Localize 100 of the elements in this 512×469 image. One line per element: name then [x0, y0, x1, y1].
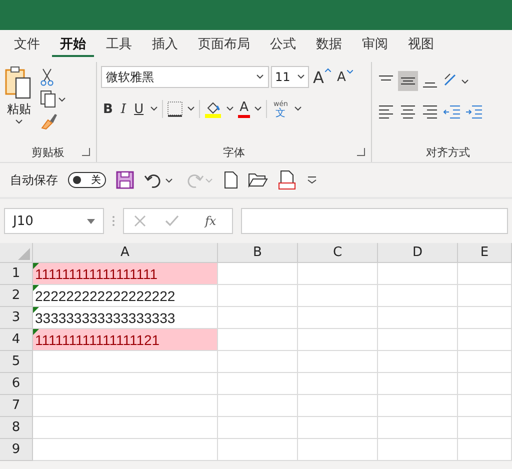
table-cell[interactable]: [298, 307, 378, 329]
font-name-field[interactable]: 微软雅黑: [101, 66, 269, 88]
table-cell[interactable]: [458, 417, 512, 439]
table-cell[interactable]: [33, 351, 218, 373]
dialog-launcher-icon[interactable]: [82, 148, 90, 156]
table-cell[interactable]: [298, 417, 378, 439]
table-cell[interactable]: [33, 417, 218, 439]
row-header[interactable]: 9: [0, 439, 33, 461]
font-color-button[interactable]: A: [238, 100, 250, 118]
shrink-font-button[interactable]: A: [334, 70, 355, 84]
row-header[interactable]: 8: [0, 417, 33, 439]
cancel-icon[interactable]: [134, 215, 146, 227]
ribbon-tab[interactable]: 公式: [262, 35, 304, 57]
row-header[interactable]: 7: [0, 395, 33, 417]
caret-icon[interactable]: [297, 74, 305, 80]
table-cell[interactable]: [458, 263, 512, 285]
ribbon-tab[interactable]: 审阅: [354, 35, 396, 57]
ribbon-tab[interactable]: 页面布局: [190, 35, 258, 57]
row-header[interactable]: 4: [0, 329, 33, 351]
ribbon-tab[interactable]: 文件: [6, 35, 48, 57]
ribbon-tab[interactable]: 工具: [98, 35, 140, 57]
caret-icon[interactable]: [256, 74, 264, 80]
caret-icon[interactable]: [150, 106, 158, 112]
row-header[interactable]: 2: [0, 285, 33, 307]
pdf-icon[interactable]: [278, 170, 296, 190]
ribbon-tab[interactable]: 视图: [400, 35, 442, 57]
table-cell[interactable]: [218, 329, 298, 351]
ribbon-tab[interactable]: 数据: [308, 35, 350, 57]
check-icon[interactable]: [165, 215, 180, 227]
table-cell[interactable]: [33, 439, 218, 461]
table-cell[interactable]: [218, 351, 298, 373]
table-cell[interactable]: [218, 395, 298, 417]
row-header[interactable]: 1: [0, 263, 33, 285]
row-header[interactable]: 6: [0, 373, 33, 395]
table-cell[interactable]: [298, 351, 378, 373]
table-cell[interactable]: [218, 417, 298, 439]
table-cell[interactable]: 222222222222222222: [33, 285, 218, 307]
ribbon-tab[interactable]: 插入: [144, 35, 186, 57]
table-cell[interactable]: [378, 395, 458, 417]
table-cell[interactable]: [298, 395, 378, 417]
table-cell[interactable]: [378, 439, 458, 461]
italic-button[interactable]: I: [118, 102, 128, 116]
triangle-icon[interactable]: [18, 248, 30, 260]
caret-icon[interactable]: [186, 106, 195, 112]
column-header[interactable]: E: [458, 243, 512, 263]
autosave-toggle[interactable]: 关: [68, 172, 106, 188]
name-box[interactable]: J10: [4, 208, 104, 234]
caret-icon[interactable]: [226, 106, 234, 112]
table-cell[interactable]: [218, 439, 298, 461]
table-cell[interactable]: [298, 263, 378, 285]
border-icon[interactable]: [166, 101, 183, 117]
open-folder-icon[interactable]: [248, 172, 268, 188]
table-cell[interactable]: [218, 307, 298, 329]
bold-button[interactable]: B: [101, 102, 115, 116]
table-cell[interactable]: [378, 307, 458, 329]
table-cell[interactable]: 111111111111111111: [33, 263, 218, 285]
table-cell[interactable]: [218, 263, 298, 285]
table-cell[interactable]: [298, 439, 378, 461]
table-cell[interactable]: [33, 395, 218, 417]
table-cell[interactable]: [298, 329, 378, 351]
copy-icon[interactable]: [40, 90, 66, 108]
caret-icon[interactable]: [294, 106, 302, 112]
table-cell[interactable]: [218, 285, 298, 307]
table-cell[interactable]: 111111111111111121: [33, 329, 218, 351]
table-cell[interactable]: [458, 373, 512, 395]
ribbon-tab[interactable]: 开始: [52, 35, 94, 57]
table-cell[interactable]: [378, 417, 458, 439]
insert-function-button[interactable]: fx: [198, 213, 222, 229]
font-size-field[interactable]: 11: [271, 66, 309, 88]
scissors-icon[interactable]: [40, 68, 54, 86]
table-cell[interactable]: [458, 307, 512, 329]
table-cell[interactable]: [298, 285, 378, 307]
column-header[interactable]: D: [378, 243, 458, 263]
table-cell[interactable]: [218, 373, 298, 395]
table-cell[interactable]: [458, 285, 512, 307]
table-cell[interactable]: [378, 373, 458, 395]
column-header[interactable]: C: [298, 243, 378, 263]
column-header[interactable]: B: [218, 243, 298, 263]
table-cell[interactable]: [378, 263, 458, 285]
select-all-corner[interactable]: [0, 243, 33, 263]
grow-font-button[interactable]: A: [311, 68, 333, 86]
align-middle-icon[interactable]: [398, 71, 418, 91]
table-cell[interactable]: [378, 329, 458, 351]
column-header[interactable]: A: [33, 243, 218, 263]
table-cell[interactable]: [33, 373, 218, 395]
table-cell[interactable]: [458, 439, 512, 461]
save-icon[interactable]: [116, 171, 134, 189]
underline-button[interactable]: U: [132, 102, 146, 116]
formula-input[interactable]: [241, 208, 508, 234]
caret-icon[interactable]: [15, 119, 23, 125]
fill-color-icon[interactable]: [204, 100, 222, 118]
paste-button[interactable]: 粘贴: [7, 101, 31, 118]
caret-icon[interactable]: [254, 106, 262, 112]
customize-menu-icon[interactable]: [306, 175, 318, 185]
table-cell[interactable]: [458, 351, 512, 373]
table-cell[interactable]: [378, 351, 458, 373]
dialog-launcher-icon[interactable]: [357, 148, 365, 156]
table-cell[interactable]: [458, 395, 512, 417]
brush-icon[interactable]: [40, 112, 58, 130]
table-cell[interactable]: [378, 285, 458, 307]
